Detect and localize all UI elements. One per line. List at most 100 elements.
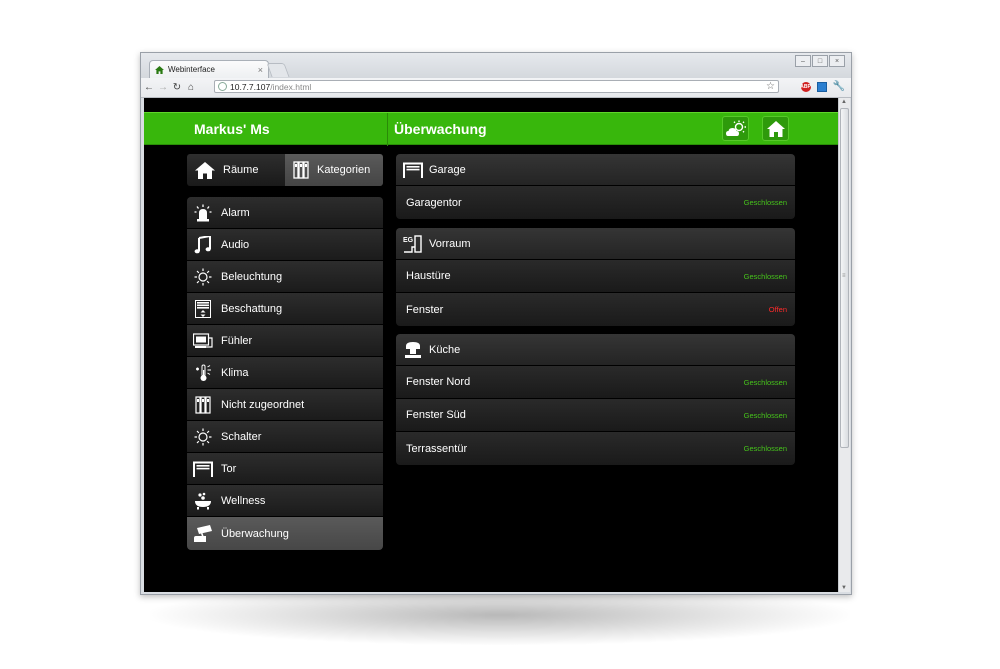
adblock-icon[interactable]: ABP xyxy=(800,81,811,92)
category-item-beleuchtung[interactable]: Beleuchtung xyxy=(187,261,383,293)
category-item-klima[interactable]: Klima xyxy=(187,357,383,389)
category-item-beschattung[interactable]: Beschattung xyxy=(187,293,383,325)
group-title: Küche xyxy=(429,343,461,356)
list-item[interactable]: Garagentor Geschlossen xyxy=(396,186,795,219)
browser-window: Webinterface × – □ × ← → ↻ ⌂ 10.7.7.107/… xyxy=(140,52,852,595)
blinds-icon xyxy=(193,299,213,318)
category-list: Alarm Audio Beleuchtung Beschattung Fühl… xyxy=(187,197,383,550)
group-header: Küche xyxy=(396,334,795,366)
download-extension-icon[interactable] xyxy=(816,81,827,92)
close-window-button[interactable]: × xyxy=(829,55,845,67)
new-tab-button[interactable] xyxy=(266,63,290,77)
category-label: Tor xyxy=(221,462,237,475)
header-divider xyxy=(387,113,388,146)
list-item[interactable]: Fenster Nord Geschlossen xyxy=(396,366,795,399)
url-host: 10.7.7.107 xyxy=(230,81,271,92)
category-label: Wellness xyxy=(221,494,266,507)
category-item-fuehler[interactable]: Fühler xyxy=(187,325,383,357)
group-header: EG Vorraum xyxy=(396,228,795,260)
garage-icon xyxy=(403,161,423,179)
scroll-down-icon[interactable]: ▼ xyxy=(841,585,847,591)
status-badge: Geschlossen xyxy=(743,198,787,207)
forward-icon[interactable]: → xyxy=(157,82,169,93)
kitchen-icon xyxy=(403,341,423,359)
back-icon[interactable]: ← xyxy=(143,82,155,93)
binders-icon xyxy=(293,161,309,179)
entry-badge: EG xyxy=(403,237,414,244)
entry-icon: EG xyxy=(403,234,423,253)
group-title: Vorraum xyxy=(429,237,471,250)
group-header: Garage xyxy=(396,154,795,186)
home-nav-icon[interactable]: ⌂ xyxy=(185,82,197,93)
app-header: Markus' Ms Überwachung xyxy=(144,112,838,146)
light-sun-icon xyxy=(193,268,213,286)
category-item-tor[interactable]: Tor xyxy=(187,453,383,485)
view-toggle: Räume Kategorien xyxy=(187,154,383,186)
sensor-icon xyxy=(193,332,213,350)
maximize-button[interactable]: □ xyxy=(812,55,828,67)
gate-icon xyxy=(193,460,213,478)
category-item-nicht-zugeordnet[interactable]: Nicht zugeordnet xyxy=(187,389,383,421)
switch-sun-icon xyxy=(193,428,213,446)
category-label: Überwachung xyxy=(221,527,289,540)
scroll-up-icon[interactable]: ▲ xyxy=(841,99,847,105)
category-item-alarm[interactable]: Alarm xyxy=(187,197,383,229)
list-item[interactable]: Fenster Süd Geschlossen xyxy=(396,399,795,432)
status-badge: Geschlossen xyxy=(743,410,787,420)
category-label: Beleuchtung xyxy=(221,270,283,283)
home-favicon-icon xyxy=(155,65,164,74)
title-bar: Webinterface × – □ × xyxy=(141,53,851,78)
group-vorraum: EG Vorraum Haustüre Geschlossen Fenster … xyxy=(396,228,795,326)
reload-icon[interactable]: ↻ xyxy=(171,82,183,93)
list-item[interactable]: Haustüre Geschlossen xyxy=(396,260,795,293)
wellness-icon xyxy=(193,492,213,510)
tab-categories[interactable]: Kategorien xyxy=(285,154,383,186)
unassigned-icon xyxy=(193,395,213,414)
tab-rooms[interactable]: Räume xyxy=(187,154,285,186)
camera-icon xyxy=(193,524,213,543)
status-badge: Geschlossen xyxy=(743,444,787,453)
page-scrollbar[interactable]: ▲ ≡ ▼ xyxy=(838,98,850,592)
item-label: Garagentor xyxy=(406,196,462,209)
item-label: Fenster xyxy=(406,303,444,316)
tab-title: Webinterface xyxy=(168,65,215,74)
minimize-button[interactable]: – xyxy=(795,55,811,67)
alarm-siren-icon xyxy=(193,204,213,222)
app-title: Markus' Ms xyxy=(194,121,270,137)
scroll-grip-icon: ≡ xyxy=(842,273,846,279)
wrench-menu-icon[interactable]: 🔧 xyxy=(833,81,845,92)
item-label: Terrassentür xyxy=(406,442,468,455)
weather-button[interactable] xyxy=(722,116,749,141)
category-item-ueberwachung[interactable]: Überwachung xyxy=(187,517,383,550)
thermometer-icon xyxy=(193,364,213,382)
bookmark-star-icon[interactable]: ☆ xyxy=(766,81,775,93)
category-item-audio[interactable]: Audio xyxy=(187,229,383,261)
house-icon xyxy=(195,161,215,179)
category-label: Alarm xyxy=(221,206,250,219)
status-badge: Geschlossen xyxy=(743,271,787,281)
tab-close-icon[interactable]: × xyxy=(258,65,263,75)
tab-categories-label: Kategorien xyxy=(317,164,371,176)
category-label: Beschattung xyxy=(221,302,283,315)
category-label: Audio xyxy=(221,238,250,251)
address-bar[interactable]: 10.7.7.107/index.html ☆ xyxy=(214,80,779,93)
category-label: Nicht zugeordnet xyxy=(221,398,305,411)
category-item-wellness[interactable]: Wellness xyxy=(187,485,383,517)
category-label: Fühler xyxy=(221,334,253,347)
item-label: Fenster Nord xyxy=(406,376,471,388)
category-item-schalter[interactable]: Schalter xyxy=(187,421,383,453)
list-item[interactable]: Fenster Offen xyxy=(396,293,795,326)
list-item[interactable]: Terrassentür Geschlossen xyxy=(396,432,795,465)
music-note-icon xyxy=(193,235,213,254)
browser-toolbar: ← → ↻ ⌂ 10.7.7.107/index.html ☆ ABP 🔧 xyxy=(141,78,851,98)
home-button[interactable] xyxy=(762,116,789,141)
item-label: Haustüre xyxy=(406,270,451,282)
category-label: Schalter xyxy=(221,430,262,443)
window-controls: – □ × xyxy=(795,55,845,67)
browser-tab[interactable]: Webinterface × xyxy=(149,60,269,78)
extension-icons: ABP 🔧 xyxy=(800,81,845,92)
status-badge: Geschlossen xyxy=(743,377,787,387)
page-viewport: Markus' Ms Überwachung Räume Kategorien xyxy=(144,98,838,592)
group-kueche: Küche Fenster Nord Geschlossen Fenster S… xyxy=(396,334,795,465)
weather-icon xyxy=(725,120,746,136)
